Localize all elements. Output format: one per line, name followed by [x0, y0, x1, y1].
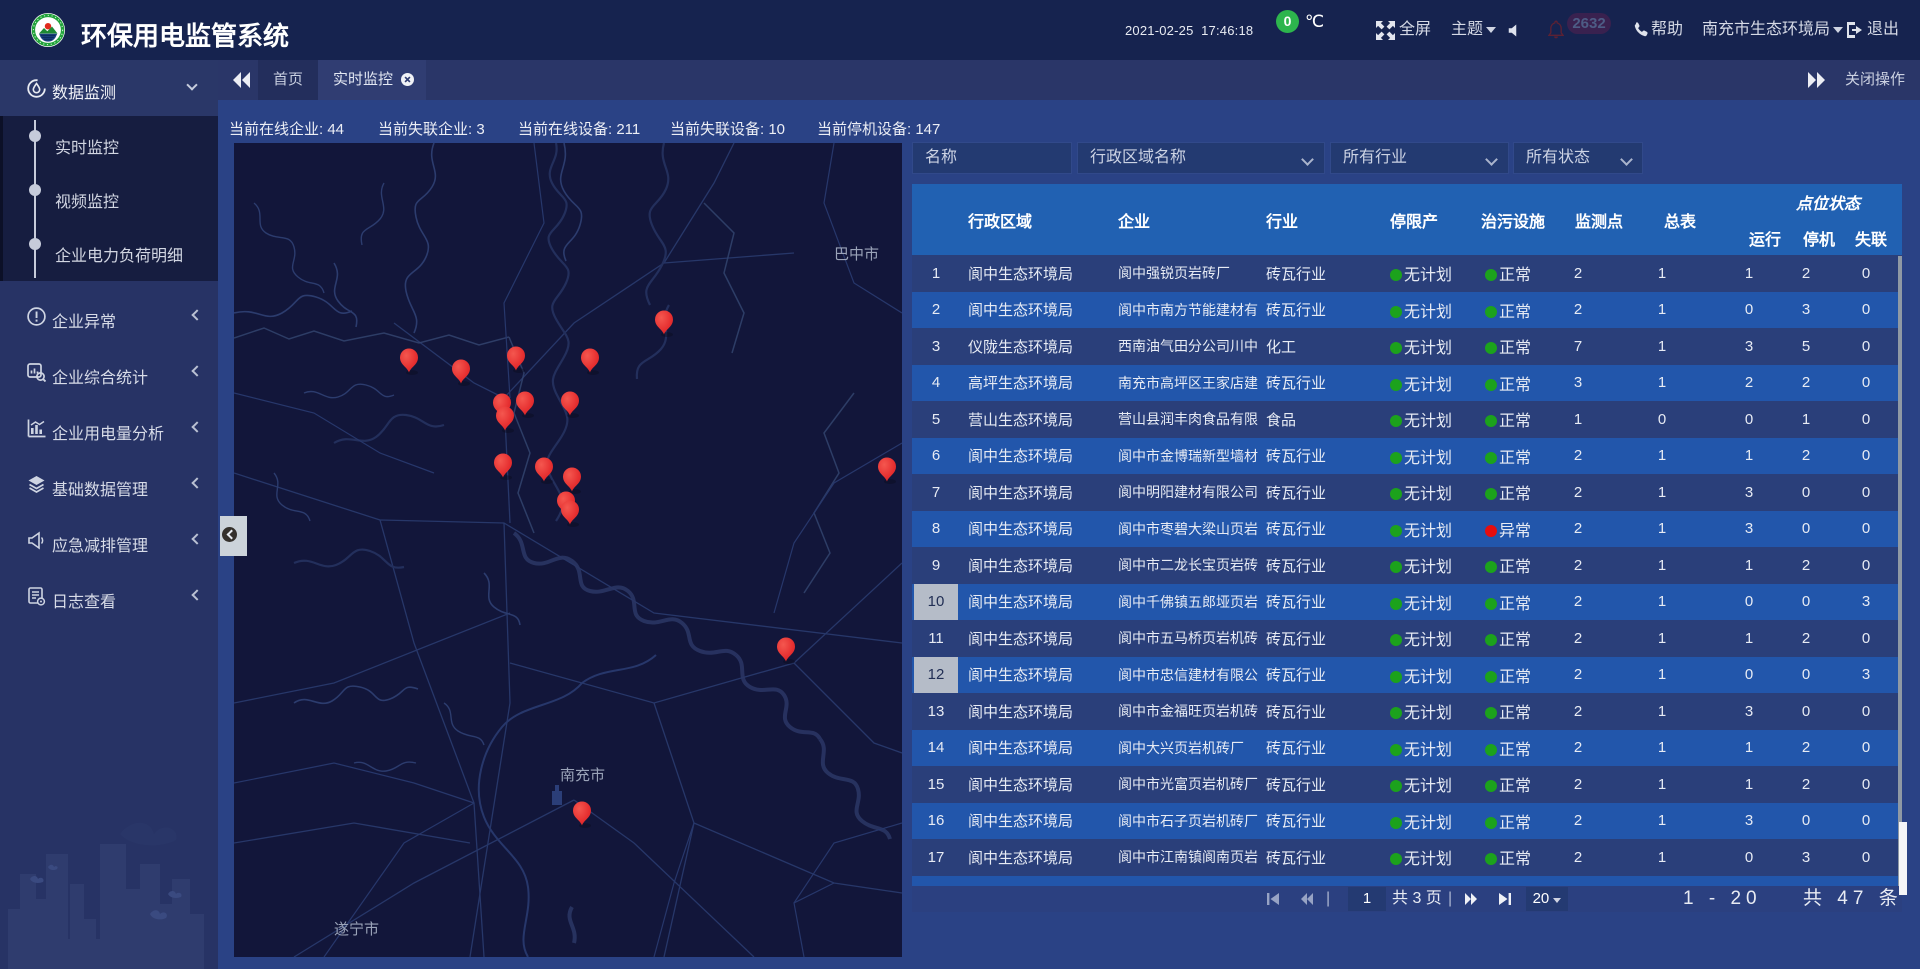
svg-text:南充市: 南充市 — [560, 767, 605, 784]
svg-text:巴中市: 巴中市 — [834, 246, 879, 263]
svg-text:遂宁市: 遂宁市 — [334, 921, 379, 938]
